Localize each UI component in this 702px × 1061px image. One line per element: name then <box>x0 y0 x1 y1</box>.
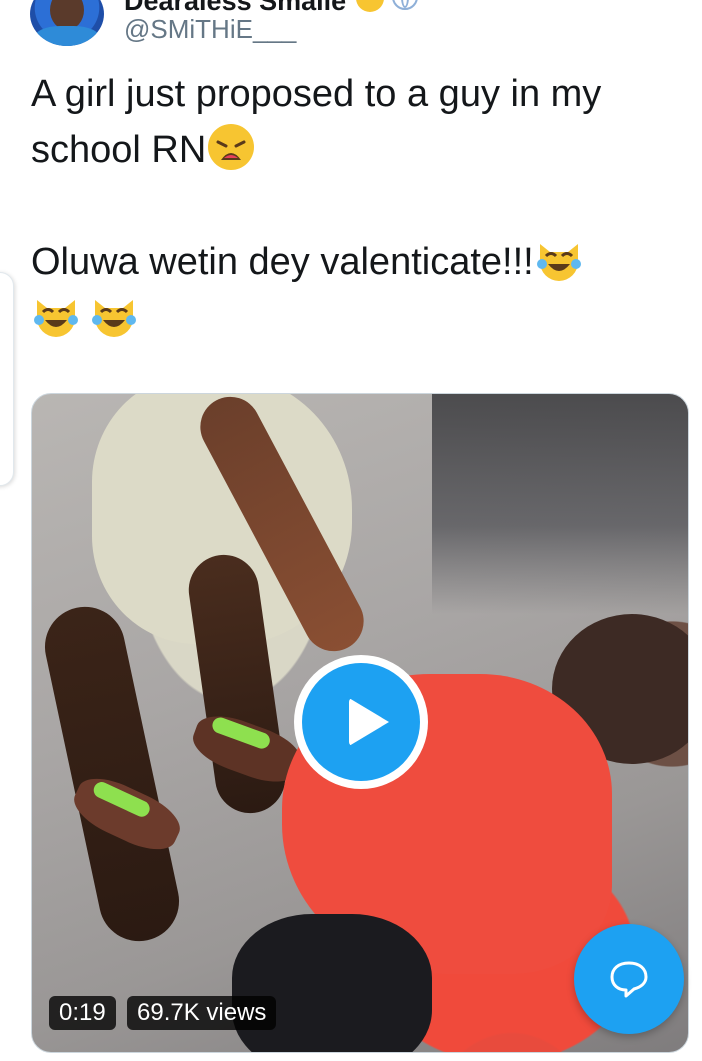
side-card-edge <box>0 272 14 486</box>
cat-face-with-tears-of-joy-emoji-icon <box>31 290 81 340</box>
tweet-line-2: Oluwa wetin dey valenticate!!! <box>31 234 681 346</box>
cat-face-with-tears-of-joy-emoji-icon <box>534 234 584 284</box>
user-handle[interactable]: @SMiTHiE___ <box>124 14 296 45</box>
weary-face-emoji-icon <box>206 122 256 172</box>
smile-emoji-icon <box>356 0 384 12</box>
globe-icon <box>392 0 418 10</box>
compose-message-button[interactable] <box>574 924 684 1034</box>
tweet-line-2-text: Oluwa wetin dey valenticate!!! <box>31 241 534 283</box>
tweet-text: A girl just proposed to a guy in my scho… <box>31 66 681 346</box>
play-button[interactable] <box>294 655 428 789</box>
avatar[interactable] <box>30 0 104 46</box>
video-frame-chair <box>432 394 688 614</box>
cat-face-with-tears-of-joy-emoji-icon <box>89 290 139 340</box>
video-views: 69.7K views <box>127 996 277 1030</box>
video-duration: 0:19 <box>49 996 116 1030</box>
tweet-line-1: A girl just proposed to a guy in my scho… <box>31 66 681 178</box>
tweet-line-1-text: A girl just proposed to a guy in my scho… <box>31 73 602 171</box>
chat-bubble-icon <box>610 961 648 998</box>
play-icon <box>349 698 389 746</box>
